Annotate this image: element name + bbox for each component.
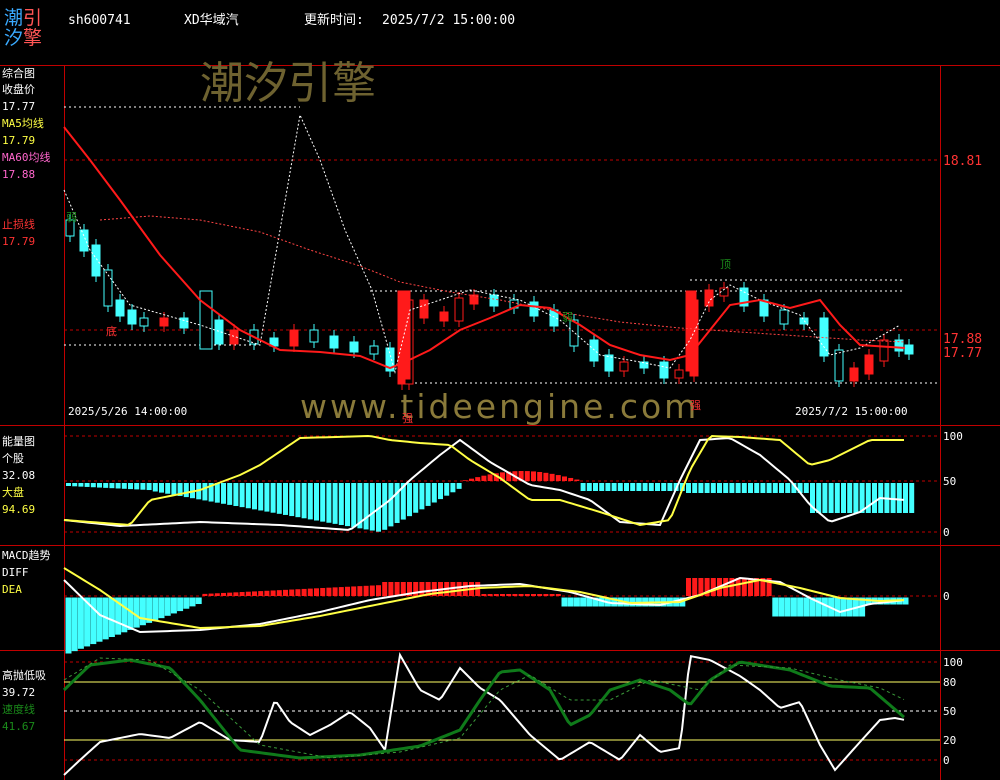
speed-signal-line [63, 657, 905, 759]
mark-top: 顶 [720, 258, 731, 271]
speed-line [62, 658, 905, 760]
logo-char-4: 擎 [23, 27, 43, 49]
price-axis-1881: 18.81 [943, 154, 983, 169]
osc-axis-0: 0 [943, 754, 950, 767]
macd-histogram [65, 578, 909, 654]
mark-weak-2: 弱 [562, 311, 573, 324]
macd-axis-0: 0 [943, 590, 950, 603]
energy-axis-100: 100 [943, 430, 963, 443]
panel3-title: MACD趋势 [2, 549, 51, 562]
osc-axis-100: 100 [943, 656, 963, 669]
ma5-label: MA5均线 [2, 117, 44, 130]
update-time: 2025/7/2 15:00:00 [382, 13, 516, 28]
logo-char-2: 引 [23, 7, 43, 29]
oscillator-line [63, 652, 905, 776]
price-axis-1777: 17.77 [943, 346, 983, 361]
stock-name: XD华域汽 [184, 13, 239, 28]
support-lines [64, 106, 940, 384]
mark-strong-2: 强 [690, 399, 701, 412]
update-label: 更新时间: [304, 13, 364, 28]
stop-value: 17.79 [2, 235, 36, 248]
stop-loss-line [63, 126, 906, 370]
mark-weak-1: 弱 [66, 211, 77, 224]
ma60-label: MA60均线 [2, 151, 51, 164]
oscillator-value: 39.72 [2, 686, 36, 699]
stock-energy-value: 32.08 [2, 469, 36, 482]
ma60-value: 17.88 [2, 168, 36, 181]
logo: 潮引 汐擎 [4, 8, 60, 48]
speed-label: 速度线 [2, 703, 35, 716]
watermark-url: www.tideengine.com [300, 387, 700, 426]
osc-axis-80: 80 [943, 676, 957, 689]
osc-axis-20: 20 [943, 734, 957, 747]
panel4-title: 高抛低吸 [2, 669, 46, 682]
stock-symbol: sh600741 [68, 13, 131, 28]
stock-energy-label: 个股 [2, 452, 24, 465]
date-start: 2025/5/26 14:00:00 [68, 405, 188, 418]
market-energy-value: 94.69 [2, 503, 36, 516]
market-energy-label: 大盘 [2, 486, 24, 499]
close-value: 17.77 [2, 100, 36, 113]
ma5-value: 17.79 [2, 134, 36, 147]
price-axis-1788: 17.88 [943, 332, 983, 347]
panel2-title: 能量图 [2, 435, 35, 448]
speed-value: 41.67 [2, 720, 36, 733]
close-label: 收盘价 [2, 83, 35, 96]
logo-char-3: 汐 [4, 27, 24, 49]
watermark-cn: 潮汐引擎 [200, 58, 376, 109]
osc-axis-50: 50 [943, 705, 957, 718]
energy-axis-0: 0 [943, 526, 950, 539]
mark-strong-1: 强 [402, 412, 413, 425]
stop-label: 止损线 [2, 218, 35, 231]
mark-bottom: 底 [106, 325, 117, 338]
diff-label: DIFF [2, 566, 29, 579]
logo-char-1: 潮 [4, 7, 24, 29]
panel1-title: 综合图 [2, 67, 35, 80]
candlestick-series [65, 214, 914, 390]
ma5-line [63, 113, 901, 374]
date-end: 2025/7/2 15:00:00 [795, 405, 908, 418]
dea-label: DEA [2, 583, 22, 596]
grid-lines [64, 159, 940, 761]
energy-axis-50: 50 [943, 475, 957, 488]
